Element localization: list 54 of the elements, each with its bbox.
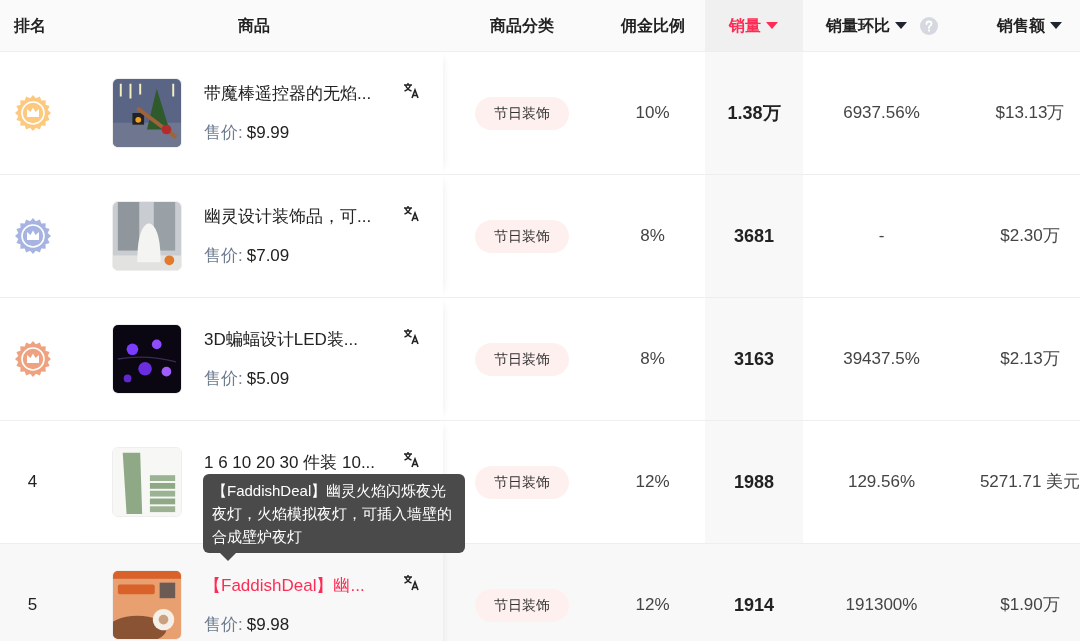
category-tag: 节日装饰 [474,465,569,499]
price-value: $5.09 [246,368,290,390]
column-header[interactable]: 销售额 [997,13,1045,38]
product-title[interactable]: 3D蝙蝠设计LED装... [204,326,380,352]
column-header: 商品 [238,15,270,36]
commission-rate: 10% [635,102,670,125]
sales-revenue: $13.13万 [995,102,1065,125]
sales-change: - [878,225,885,248]
tooltip: 【FaddishDeal】幽灵火焰闪烁夜光夜灯，火焰模拟夜灯，可插入墙壁的合成壁炉夜灯 [203,474,465,553]
sales-volume: 3163 [733,347,774,371]
category-tag: 节日装饰 [474,588,569,622]
price-value: $7.09 [246,245,290,267]
price-value: $9.99 [246,122,290,144]
sales-change: 191300% [845,594,918,617]
price-label: 售价: [204,368,243,390]
translate-icon[interactable] [402,204,420,222]
sales-change: 39437.5% [843,348,920,371]
sales-volume: 1914 [733,593,774,617]
product-title[interactable]: 1 6 10 20 30 件装 10... [204,450,380,476]
sales-change: 129.56% [847,471,916,494]
translate-icon[interactable] [402,450,420,468]
column-header: 商品分类 [489,15,554,36]
commission-rate: 12% [635,471,670,494]
category-tag: 节日装饰 [474,342,569,376]
sales-volume: 1.38万 [727,101,781,125]
sales-revenue: $2.30万 [1000,225,1060,248]
category-tag: 节日装饰 [474,96,569,130]
category-tag: 节日装饰 [474,219,569,253]
column-header: 排名 [14,15,46,36]
sales-revenue: $1.90万 [1000,594,1060,617]
sales-change: 6937.56% [843,102,920,125]
commission-rate: 8% [640,348,665,371]
price-label: 售价: [204,245,243,267]
sort-down-icon[interactable] [893,21,908,30]
tooltip-pointer-icon [220,553,236,561]
sort-down-icon[interactable] [1049,21,1063,30]
commission-rate: 8% [640,225,665,248]
column-header[interactable]: 销量环比 [825,13,890,38]
price-value: $9.98 [246,614,290,636]
translate-icon[interactable] [402,327,420,345]
sales-revenue: 5271.71 美元 [979,471,1080,494]
sales-volume: 1988 [733,470,774,494]
commission-rate: 12% [635,594,670,617]
column-header: 佣金比例 [620,15,685,36]
price-label: 售价: [204,122,243,144]
rank-number: 5 [27,594,38,617]
translate-icon[interactable] [402,81,420,99]
product-title[interactable]: 幽灵设计装饰品，可... [204,203,380,229]
sales-volume: 3681 [733,224,774,248]
rank-number: 4 [27,471,38,494]
translate-icon[interactable] [402,573,420,591]
sales-revenue: $2.13万 [1000,348,1060,371]
price-label: 售价: [204,614,243,636]
product-title[interactable]: 带魔棒遥控器的无焰... [204,80,380,106]
